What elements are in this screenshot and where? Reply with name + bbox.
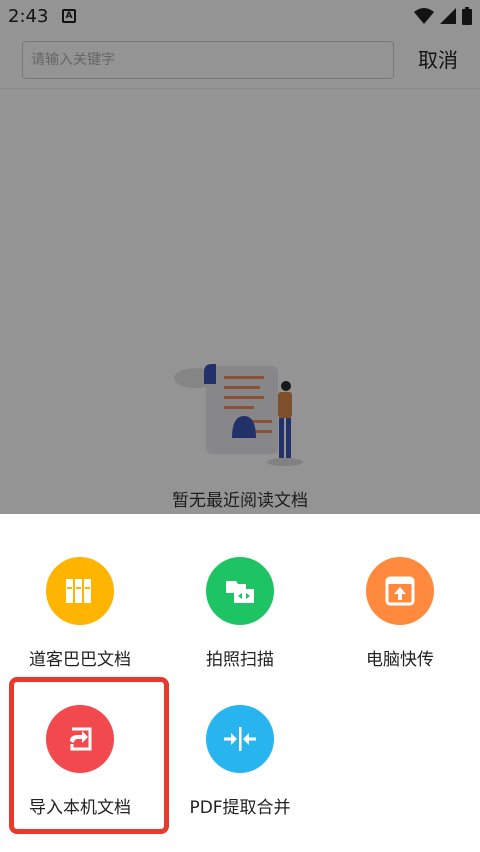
- photo-scan-button[interactable]: 拍照扫描: [160, 557, 320, 687]
- merge-icon: [206, 705, 274, 773]
- daoke-docs-button[interactable]: 道客巴巴文档: [0, 557, 160, 687]
- scan-icon: [206, 557, 274, 625]
- action-label: 拍照扫描: [206, 650, 274, 670]
- action-label: PDF提取合并: [189, 798, 291, 818]
- background-page: 2:43 A 取消 暂无最近阅读文档: [0, 0, 480, 514]
- action-label: 道客巴巴文档: [29, 650, 131, 670]
- action-label: 电脑快传: [366, 650, 434, 670]
- highlight-annotation: [9, 677, 169, 834]
- pdf-extract-merge-button[interactable]: PDF提取合并: [160, 705, 320, 835]
- dim-overlay[interactable]: [0, 0, 480, 514]
- books-icon: [46, 557, 114, 625]
- upload-icon: [366, 557, 434, 625]
- pc-transfer-button[interactable]: 电脑快传: [320, 557, 480, 687]
